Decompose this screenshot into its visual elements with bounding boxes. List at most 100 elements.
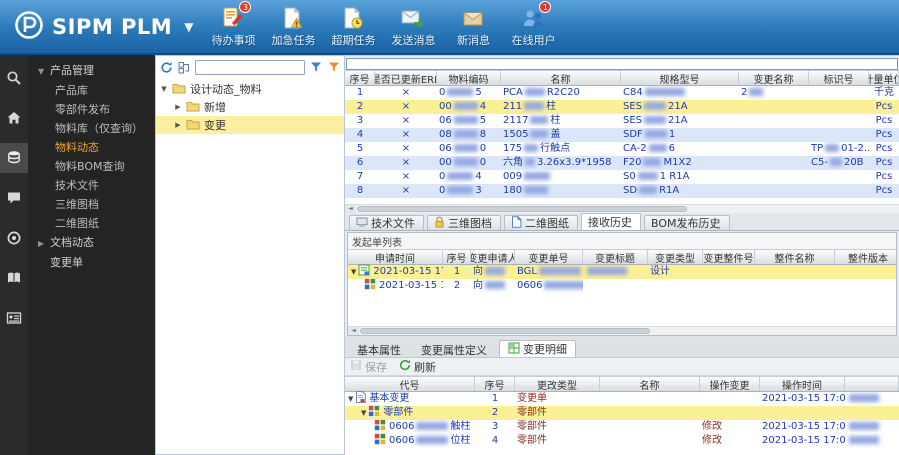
- column-header[interactable]: 变更单号: [515, 250, 583, 264]
- column-header[interactable]: 变更整件号: [703, 250, 755, 264]
- table-row[interactable]: 2021-03-15 16:10 2 向 0606: [348, 277, 896, 293]
- column-header[interactable]: 变更申请人: [471, 250, 515, 264]
- refresh-icon[interactable]: [159, 60, 174, 75]
- sidebar-item[interactable]: 技术文件: [28, 176, 155, 195]
- rail-chat-icon[interactable]: [0, 183, 28, 213]
- column-header[interactable]: 变更名称: [739, 71, 809, 85]
- expander-open-icon[interactable]: ▼: [348, 395, 353, 403]
- column-header[interactable]: 整件名称: [755, 250, 835, 264]
- rail-home-icon[interactable]: [0, 103, 28, 133]
- rail-support-icon[interactable]: [0, 223, 28, 253]
- tab-技术文件[interactable]: 技术文件: [349, 215, 424, 230]
- sidebar-item[interactable]: 三维图档: [28, 195, 155, 214]
- redacted-block: [453, 116, 478, 124]
- column-header[interactable]: 序号: [345, 71, 375, 85]
- tab-基本属性[interactable]: 基本属性: [349, 342, 409, 357]
- column-header[interactable]: 操作变更: [700, 377, 760, 391]
- tab-BOM发布历史[interactable]: BOM发布历史: [644, 215, 730, 230]
- scrollbar-thumb[interactable]: [360, 328, 650, 334]
- toolbar-item[interactable]: 3 待办事项: [209, 0, 257, 48]
- table-row[interactable]: 7 × 0 4 009 S0 1 R1A Pcs: [345, 170, 899, 184]
- column-header[interactable]: 名称: [600, 377, 700, 391]
- sidebar-item-top[interactable]: 变更单: [28, 253, 155, 273]
- table-row[interactable]: 5 × 06 0 175 行触点 CA-2 6 TP 01-2... Pcs: [345, 142, 899, 156]
- column-header[interactable]: 是否已更新ERP: [375, 71, 437, 85]
- tab-label: BOM发布历史: [651, 217, 721, 230]
- column-header[interactable]: 更改类型: [515, 377, 600, 391]
- scroll-left-icon[interactable]: ◄: [348, 327, 359, 335]
- scrollbar-thumb[interactable]: [357, 206, 687, 212]
- sidebar-item[interactable]: 零部件发布: [28, 100, 155, 119]
- cell: Pcs: [875, 115, 893, 126]
- tab-接收历史[interactable]: 接收历史: [581, 213, 641, 230]
- column-header[interactable]: 序号: [443, 250, 471, 264]
- collapse-all-icon[interactable]: [177, 60, 192, 75]
- cell: ×: [401, 171, 411, 182]
- cell-text: 21A: [668, 115, 688, 126]
- cell: 变更单: [517, 393, 547, 404]
- sidebar-item[interactable]: 产品库: [28, 81, 155, 100]
- table-row[interactable]: 2 × 00 4 211 柱 SES 21A Pcs: [345, 100, 899, 114]
- cell-text: SDF: [623, 129, 643, 140]
- cell: 00 0: [437, 156, 501, 170]
- filter-icon[interactable]: [308, 60, 323, 75]
- sidebar-item[interactable]: 二维图纸: [28, 214, 155, 233]
- column-header[interactable]: 操作时间: [760, 377, 845, 391]
- toolbar-item-label: 超期任务: [331, 33, 376, 47]
- toolbar-item[interactable]: 加急任务: [269, 6, 317, 48]
- column-header[interactable]: 整件版本: [835, 250, 899, 265]
- app-logo[interactable]: SIPM PLM ▼: [0, 10, 193, 43]
- column-header[interactable]: 计量单位: [869, 71, 899, 85]
- 刷新-button[interactable]: 刷新: [399, 359, 436, 375]
- column-header[interactable]: [845, 377, 899, 391]
- clear-filter-icon[interactable]: [326, 60, 341, 75]
- tab-label: 接收历史: [588, 216, 632, 229]
- table-row[interactable]: 6 × 00 0 六角 3.26x3.9*1958 F20 M1X2 C5- 20B Pcs: [345, 156, 899, 170]
- table-row[interactable]: 3 × 06 5 2117 柱 SES 21A Pcs: [345, 114, 899, 128]
- toolbar-item[interactable]: 超期任务: [329, 6, 377, 48]
- table-row[interactable]: 8 × 0 3 180 SD R1A Pcs: [345, 184, 899, 198]
- column-header[interactable]: 序号: [475, 377, 515, 391]
- sidebar-group[interactable]: ▼ 产品管理: [28, 61, 155, 81]
- toolbar-item[interactable]: 发送消息: [389, 6, 437, 48]
- online-users-icon: 1: [519, 0, 552, 32]
- column-header[interactable]: 标识号: [809, 71, 869, 85]
- tree-search-input[interactable]: [195, 59, 305, 75]
- sidebar-item[interactable]: 物料动态: [28, 138, 155, 157]
- tab-变更属性定义[interactable]: 变更属性定义: [413, 342, 495, 357]
- cell: SES 21A: [621, 114, 739, 128]
- column-header[interactable]: 代号: [345, 377, 475, 391]
- column-header[interactable]: 变更类型: [648, 250, 703, 264]
- cell-text: 00: [439, 157, 452, 168]
- column-header[interactable]: 规格型号: [621, 71, 739, 85]
- toolbar-item[interactable]: 新消息: [449, 6, 497, 48]
- sidebar-group[interactable]: ▶ 文档动态: [28, 233, 155, 253]
- column-header[interactable]: 名称: [501, 71, 621, 85]
- request-table-hscrollbar[interactable]: ◄: [348, 326, 896, 335]
- table-row[interactable]: 0606 位柱 4 零部件 修改 2021-03-15 17:04: [345, 432, 899, 448]
- rail-idcard-icon[interactable]: [0, 303, 28, 333]
- rail-search-icon[interactable]: [0, 63, 28, 93]
- expander-open-icon[interactable]: ▼: [361, 409, 366, 417]
- quick-filter-input[interactable]: [346, 58, 898, 70]
- material-table-hscrollbar[interactable]: ◄: [345, 204, 899, 213]
- column-header[interactable]: 申请时间: [348, 250, 443, 264]
- tab-二维图纸[interactable]: 二维图纸: [504, 215, 578, 230]
- tab-三维图档[interactable]: 三维图档: [427, 215, 501, 230]
- sidebar-item[interactable]: 物料库（仅查询）: [28, 119, 155, 138]
- sidebar-item[interactable]: 物料BOM查询: [28, 157, 155, 176]
- table-row[interactable]: 1 × 0 5 PCA R2C20 C84 2 千克: [345, 86, 899, 100]
- rail-book-icon[interactable]: [0, 263, 28, 293]
- column-header[interactable]: 物料编码: [437, 71, 501, 85]
- tree-node[interactable]: ▼ 设计动态_物料: [156, 80, 344, 98]
- expander-open-icon[interactable]: ▼: [351, 268, 356, 276]
- tree-node[interactable]: ▶ 变更: [156, 116, 344, 134]
- tree-node[interactable]: ▶ 新增: [156, 98, 344, 116]
- scroll-left-icon[interactable]: ◄: [345, 205, 356, 213]
- table-row[interactable]: 4 × 08 8 1505 盖 SDF 1 Pcs: [345, 128, 899, 142]
- toolbar-item[interactable]: 1 在线用户: [509, 0, 557, 48]
- column-header[interactable]: 变更标题: [583, 250, 648, 264]
- rail-database-icon[interactable]: [0, 143, 28, 173]
- cell: 06 0: [437, 142, 501, 156]
- tab-变更明细[interactable]: 变更明细: [499, 340, 576, 357]
